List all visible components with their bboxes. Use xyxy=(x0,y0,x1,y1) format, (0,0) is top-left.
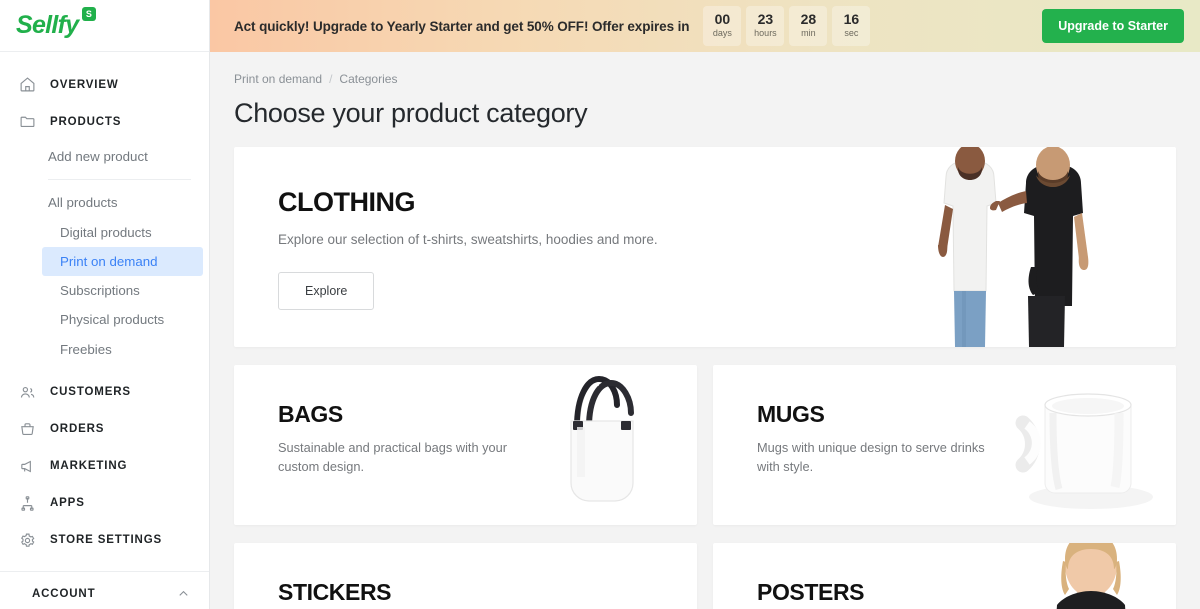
category-grid-row-2: STICKERS POSTERS xyxy=(234,543,1176,609)
countdown-minutes: 28 min xyxy=(789,6,827,46)
countdown-unit: days xyxy=(713,27,732,40)
countdown-timer: 00 days 23 hours 28 min 16 sec xyxy=(703,6,870,46)
category-card-bags[interactable]: BAGS Sustainable and practical bags with… xyxy=(234,365,697,525)
countdown-unit: hours xyxy=(754,27,777,40)
category-card-stickers[interactable]: STICKERS xyxy=(234,543,697,609)
countdown-days: 00 days xyxy=(703,6,741,46)
sidebar-nav: OVERVIEW PRODUCTS Add new product All pr… xyxy=(0,52,209,609)
category-card-posters[interactable]: POSTERS xyxy=(713,543,1176,609)
sidebar-item-label: OVERVIEW xyxy=(50,79,119,91)
countdown-seconds: 16 sec xyxy=(832,6,870,46)
countdown-unit: min xyxy=(801,27,816,40)
countdown-unit: sec xyxy=(844,27,858,40)
users-icon xyxy=(18,383,36,401)
category-grid-row-1: BAGS Sustainable and practical bags with… xyxy=(234,365,1176,525)
apps-icon xyxy=(18,494,36,512)
sidebar: Sellfy S OVERVIEW xyxy=(0,0,210,609)
sidebar-item-label: APPS xyxy=(50,497,85,509)
sidebar-item-label: PRODUCTS xyxy=(50,116,121,128)
promo-message: Act quickly! Upgrade to Yearly Starter a… xyxy=(234,19,689,34)
logo-text: Sellfy xyxy=(16,11,79,39)
sidebar-item-account[interactable]: ACCOUNT xyxy=(0,572,209,609)
chevron-up-icon[interactable] xyxy=(176,586,191,601)
sidebar-item-add-new-product[interactable]: Add new product xyxy=(0,142,209,171)
countdown-value: 23 xyxy=(758,12,774,27)
category-card-clothing[interactable]: CLOTHING Explore our selection of t-shir… xyxy=(234,147,1176,347)
app-root: Sellfy S OVERVIEW xyxy=(0,0,1200,609)
card-content: BAGS Sustainable and practical bags with… xyxy=(234,365,697,476)
breadcrumb-separator: / xyxy=(329,72,332,86)
sidebar-item-store-settings[interactable]: STORE SETTINGS xyxy=(0,522,209,559)
main-area: Act quickly! Upgrade to Yearly Starter a… xyxy=(210,0,1200,609)
sidebar-item-subscriptions[interactable]: Subscriptions xyxy=(0,276,209,305)
folder-icon xyxy=(18,113,36,131)
sidebar-item-physical-products[interactable]: Physical products xyxy=(0,305,209,334)
category-title: POSTERS xyxy=(757,579,1176,606)
content-scroll-area: Print on demand / Categories Choose your… xyxy=(210,52,1200,609)
page-title: Choose your product category xyxy=(234,98,1176,129)
countdown-value: 00 xyxy=(715,12,731,27)
explore-button[interactable]: Explore xyxy=(278,272,374,310)
countdown-hours: 23 hours xyxy=(746,6,784,46)
products-submenu: Add new product All products Digital pro… xyxy=(0,140,209,366)
breadcrumb-parent[interactable]: Print on demand xyxy=(234,72,322,86)
sidebar-item-apps[interactable]: APPS xyxy=(0,485,209,522)
promo-banner: Act quickly! Upgrade to Yearly Starter a… xyxy=(210,0,1200,52)
sidebar-item-digital-products[interactable]: Digital products xyxy=(0,218,209,247)
sidebar-item-print-on-demand[interactable]: Print on demand xyxy=(42,247,203,276)
category-title: CLOTHING xyxy=(278,187,658,218)
category-title: STICKERS xyxy=(278,579,697,606)
home-icon xyxy=(18,76,36,94)
card-content: MUGS Mugs with unique design to serve dr… xyxy=(713,365,1176,476)
sidebar-item-label: STORE SETTINGS xyxy=(50,534,162,546)
clothing-photo xyxy=(886,147,1176,347)
sidebar-item-label: CUSTOMERS xyxy=(50,386,131,398)
breadcrumb-current[interactable]: Categories xyxy=(339,72,397,86)
logo-mark-icon: S xyxy=(82,7,96,21)
megaphone-icon xyxy=(18,457,36,475)
category-description: Explore our selection of t-shirts, sweat… xyxy=(278,230,658,250)
sidebar-item-orders[interactable]: ORDERS xyxy=(0,411,209,448)
gear-icon xyxy=(18,531,36,549)
category-title: BAGS xyxy=(278,401,697,428)
submenu-divider xyxy=(48,179,191,180)
sidebar-item-freebies[interactable]: Freebies xyxy=(0,335,209,364)
category-description: Sustainable and practical bags with your… xyxy=(278,439,508,476)
basket-icon xyxy=(18,420,36,438)
sidebar-item-label: MARKETING xyxy=(50,460,127,472)
sidebar-item-label: ACCOUNT xyxy=(32,588,95,600)
sidebar-item-label: ORDERS xyxy=(50,423,104,435)
breadcrumb: Print on demand / Categories xyxy=(234,72,1176,86)
upgrade-to-starter-button[interactable]: Upgrade to Starter xyxy=(1042,9,1184,43)
countdown-value: 16 xyxy=(844,12,860,27)
category-card-mugs[interactable]: MUGS Mugs with unique design to serve dr… xyxy=(713,365,1176,525)
logo[interactable]: Sellfy S xyxy=(0,0,209,52)
sidebar-item-customers[interactable]: CUSTOMERS xyxy=(0,374,209,411)
card-content: POSTERS xyxy=(713,543,1176,606)
card-content: STICKERS xyxy=(234,543,697,606)
sidebar-item-overview[interactable]: OVERVIEW xyxy=(0,66,209,103)
sidebar-item-all-products[interactable]: All products xyxy=(0,188,209,217)
category-title: MUGS xyxy=(757,401,1176,428)
category-description: Mugs with unique design to serve drinks … xyxy=(757,439,987,476)
card-content: CLOTHING Explore our selection of t-shir… xyxy=(234,147,658,347)
sidebar-item-marketing[interactable]: MARKETING xyxy=(0,448,209,485)
countdown-value: 28 xyxy=(801,12,817,27)
sidebar-item-products[interactable]: PRODUCTS xyxy=(0,103,209,140)
